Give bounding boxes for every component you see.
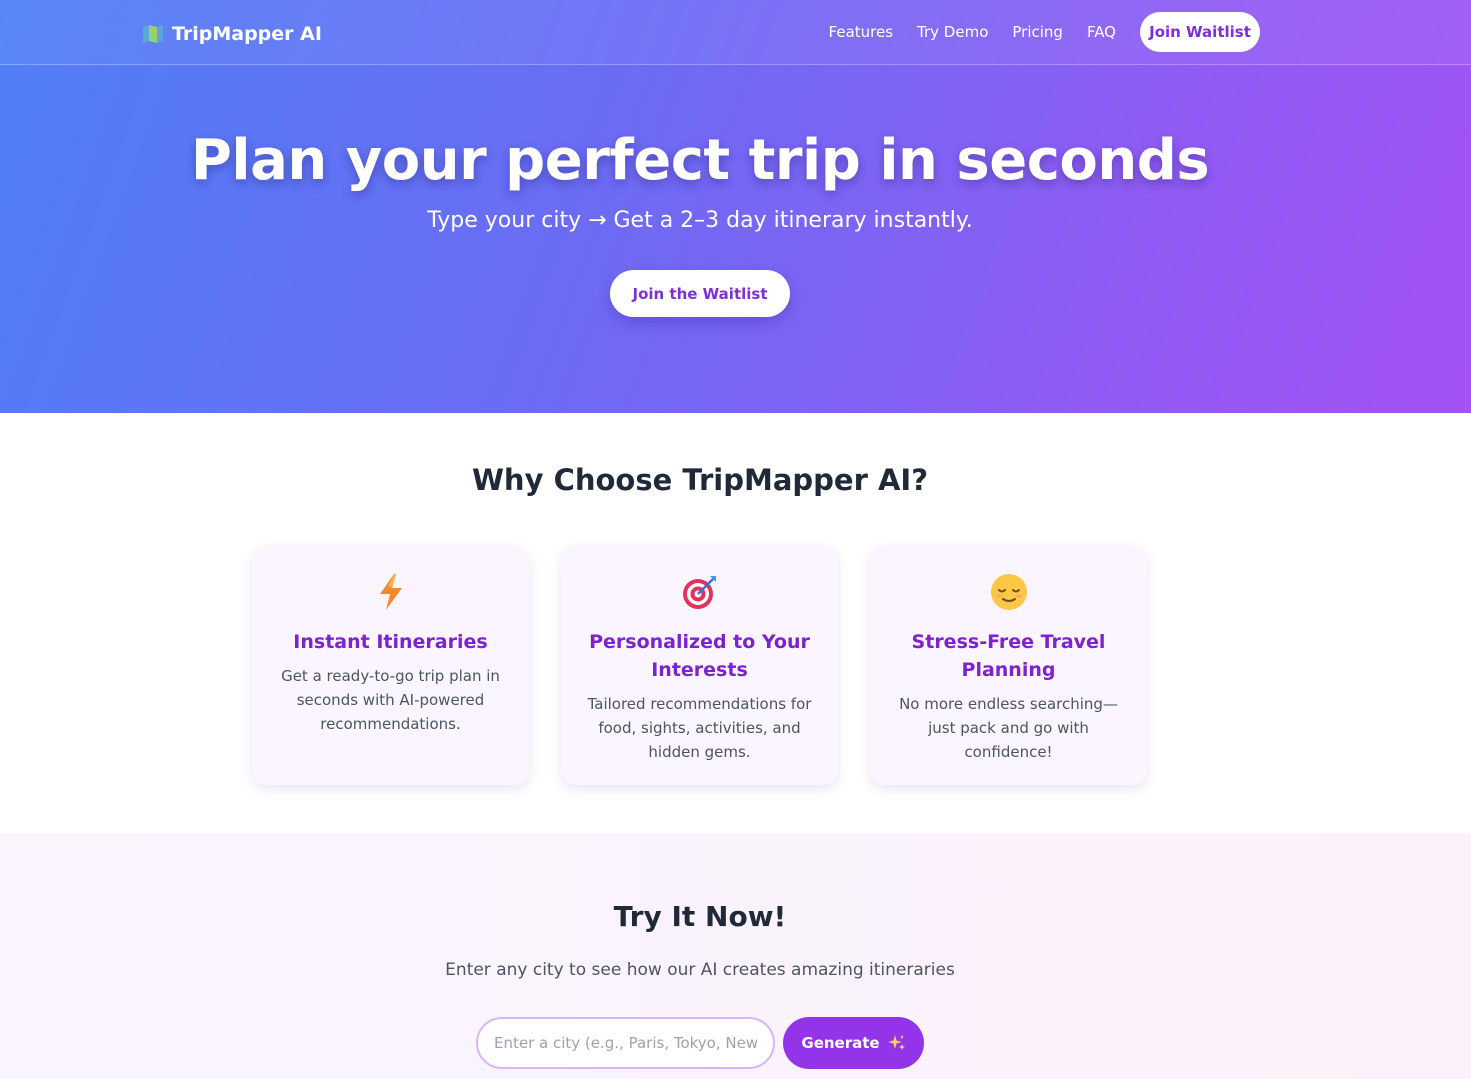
navbar: TripMapper AI Features Try Demo Pricing …	[0, 0, 1471, 65]
feature-card-text: Tailored recommendations for food, sight…	[587, 695, 812, 761]
feature-card-title: Stress-Free Travel Planning	[911, 631, 1106, 681]
lightning-icon	[379, 574, 402, 610]
hero-title: Plan your perfect trip in seconds	[190, 128, 1210, 193]
feature-card-instant: Instant Itineraries Get a ready-to-go tr…	[252, 546, 529, 785]
try-subtitle: Enter any city to see how our AI creates…	[445, 960, 955, 980]
nav-link-pricing[interactable]: Pricing	[1012, 23, 1063, 41]
feature-card-text: Get a ready-to-go trip plan in seconds w…	[281, 667, 500, 733]
generate-button-label: Generate	[801, 1034, 880, 1052]
feature-card-title: Instant Itineraries	[293, 631, 488, 653]
join-the-waitlist-button[interactable]: Join the Waitlist	[610, 270, 790, 317]
feature-card-personalized: Personalized to Your Interests Tailored …	[561, 546, 838, 785]
nav-link-try-demo[interactable]: Try Demo	[917, 23, 988, 41]
brand-name: TripMapper AI	[172, 23, 322, 45]
relieved-face-icon	[990, 574, 1027, 610]
feature-card-text: No more endless searching—just pack and …	[899, 695, 1118, 761]
try-demo-section: Try It Now! Enter any city to see how ou…	[0, 833, 1471, 1079]
nav-link-faq[interactable]: FAQ	[1087, 23, 1116, 41]
target-icon	[682, 576, 716, 609]
nav-links: Features Try Demo Pricing FAQ Join Waitl…	[829, 12, 1260, 52]
brand-logo[interactable]: TripMapper AI	[142, 20, 322, 48]
city-input[interactable]	[476, 1017, 775, 1069]
features-section: Why Choose TripMapper AI? Instant Itiner…	[0, 413, 1471, 833]
feature-card-title: Personalized to Your Interests	[589, 631, 810, 681]
generate-button[interactable]: Generate	[783, 1017, 924, 1069]
features-title: Why Choose TripMapper AI?	[471, 463, 929, 497]
hero-section: TripMapper AI Features Try Demo Pricing …	[0, 0, 1471, 413]
join-waitlist-button[interactable]: Join Waitlist	[1140, 12, 1260, 52]
map-icon	[143, 25, 163, 43]
nav-link-features[interactable]: Features	[829, 23, 894, 41]
sparkles-icon	[887, 1035, 905, 1050]
feature-card-stress-free: Stress-Free Travel Planning No more endl…	[870, 546, 1147, 785]
hero-subtitle: Type your city → Get a 2–3 day itinerary…	[427, 208, 973, 233]
try-title: Try It Now!	[613, 900, 787, 933]
